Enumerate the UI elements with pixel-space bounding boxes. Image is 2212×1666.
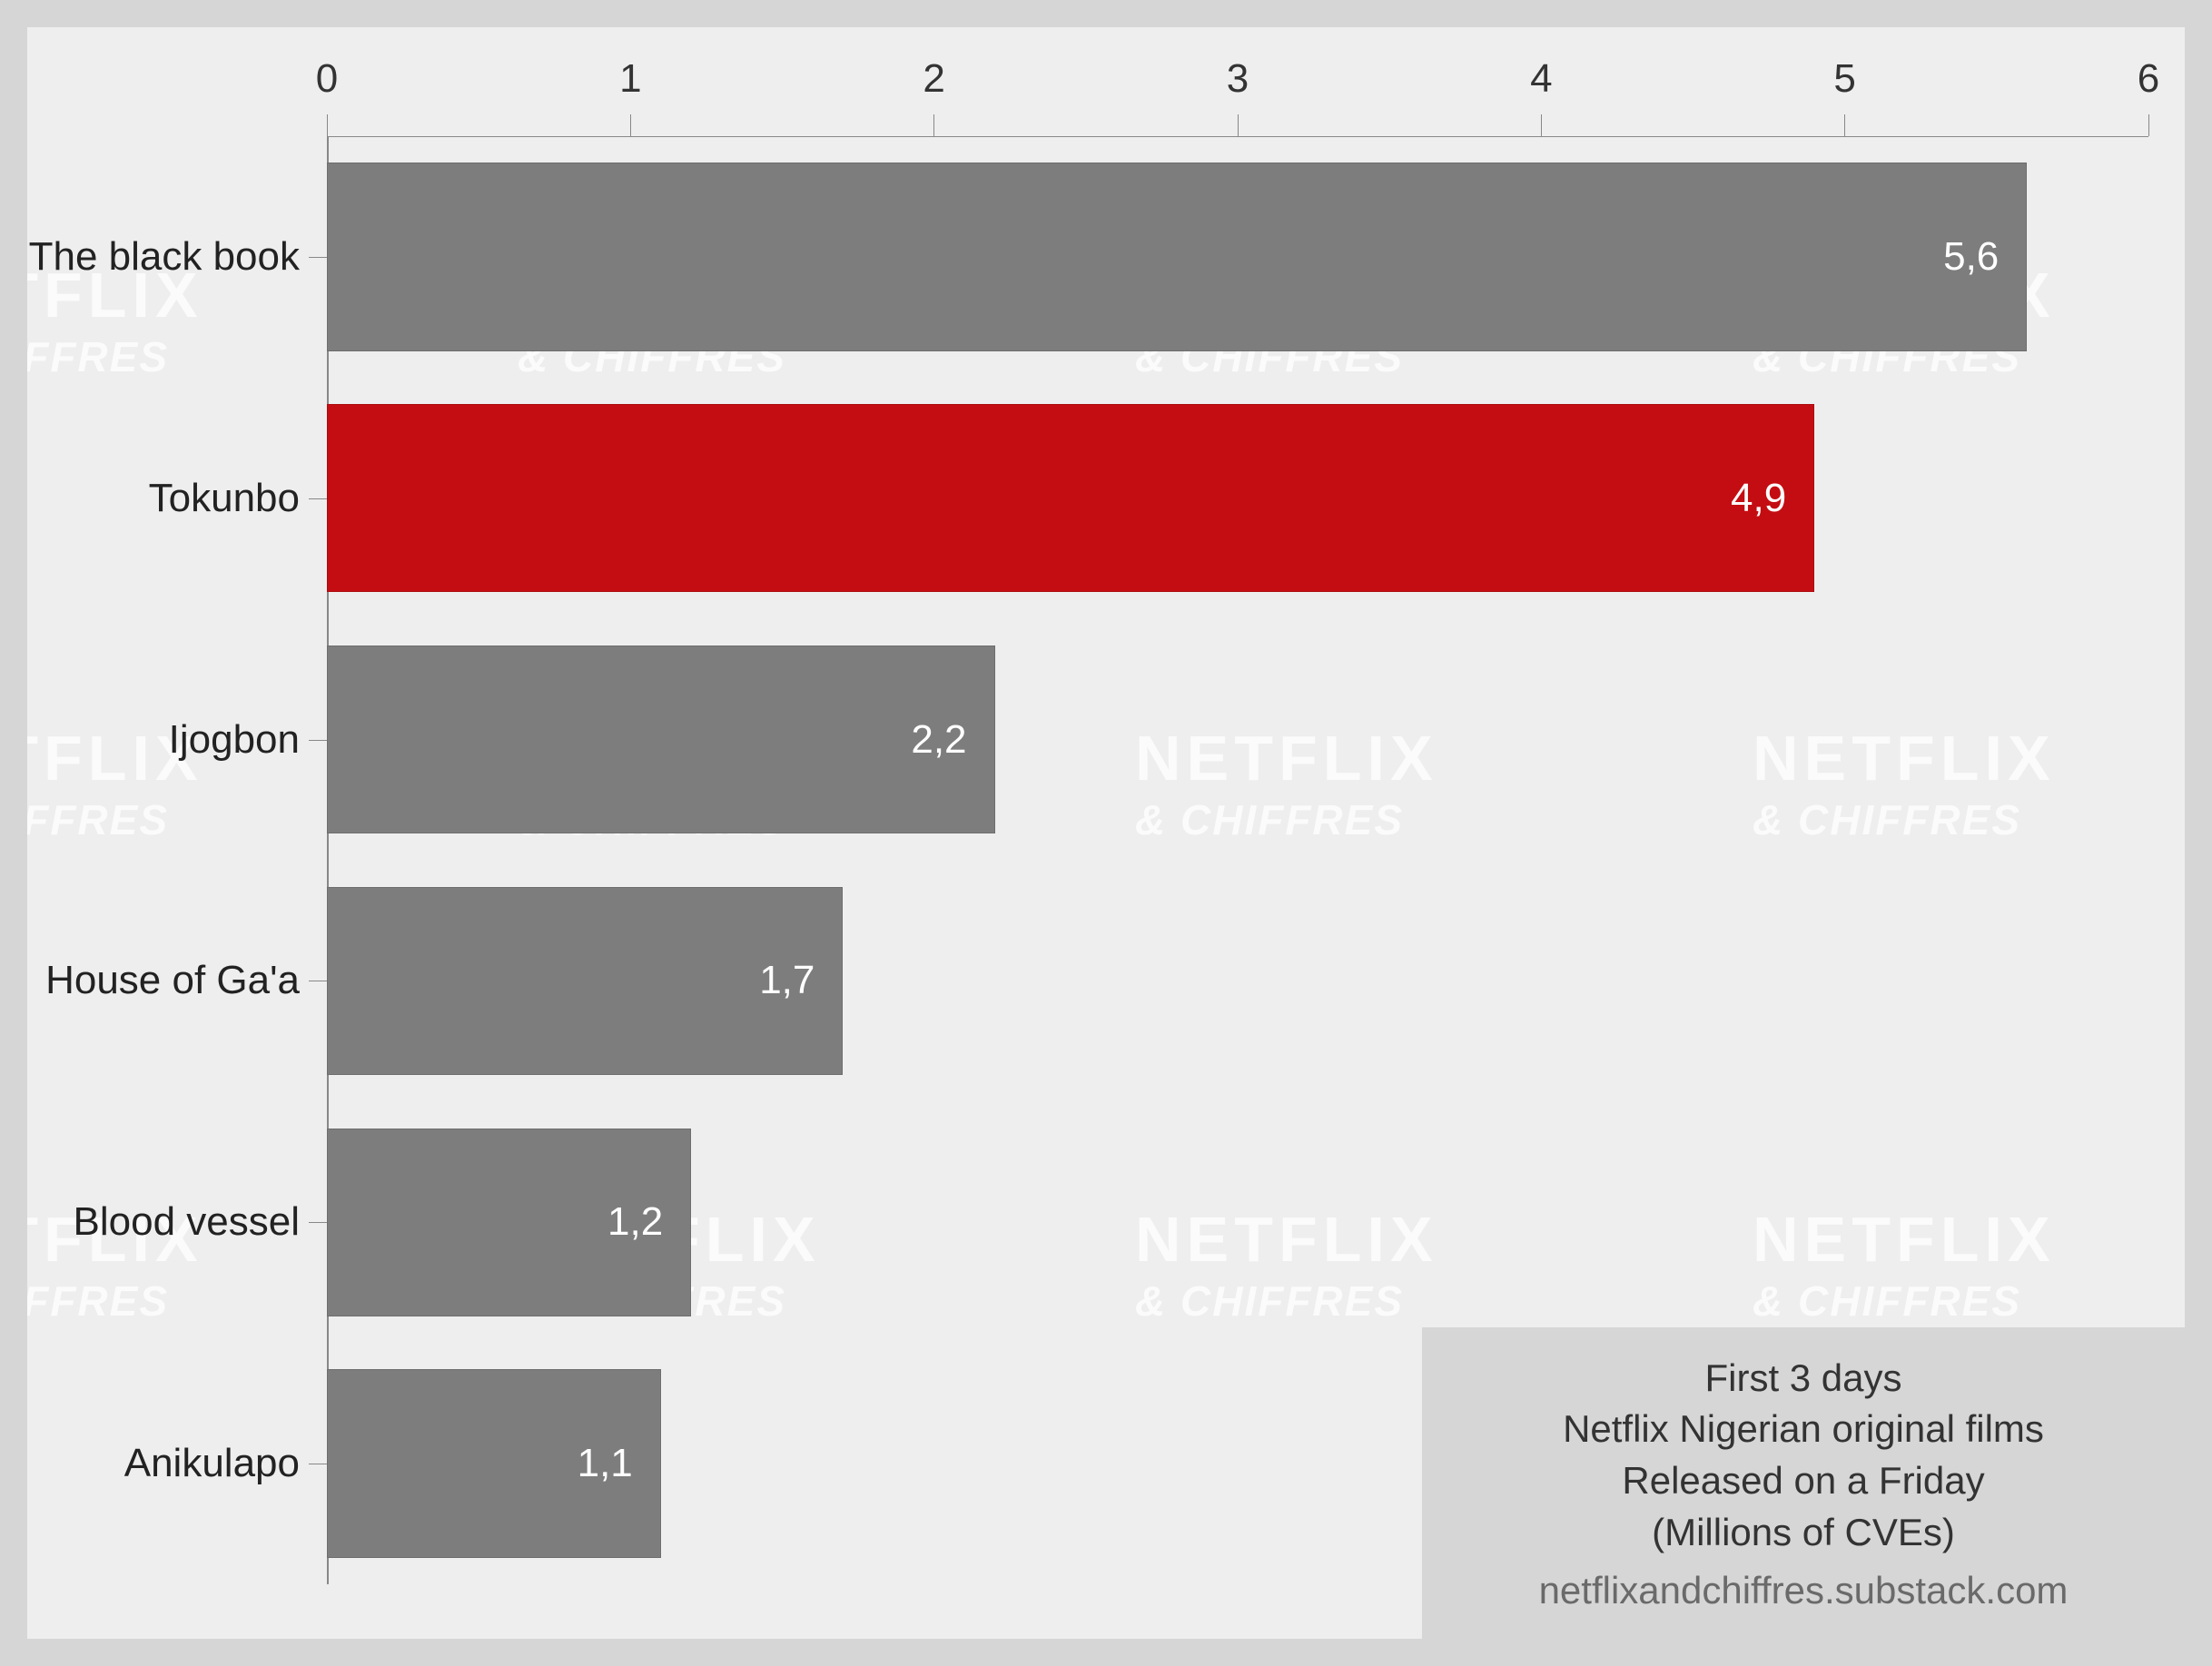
y-tick-mark [309, 1222, 327, 1223]
watermark: NETFLIX& CHIFFRES [27, 263, 203, 381]
bar-value-label: 5,6 [1943, 234, 1999, 280]
y-tick-label: House of Ga'a [45, 958, 300, 1003]
bar-value-label: 2,2 [911, 717, 966, 763]
x-tick-label: 4 [1530, 56, 1552, 102]
x-tick-mark [1541, 114, 1542, 136]
bar-row: Tokunbo4,9 [327, 404, 2148, 592]
y-tick-label: Ijogbon [169, 717, 300, 763]
chart-canvas: NETFLIX& CHIFFRESNETFLIX& CHIFFRESNETFLI… [27, 27, 2185, 1639]
x-tick-label: 6 [2138, 56, 2159, 102]
legend-line-1: First 3 days [1440, 1353, 2167, 1405]
x-tick-label: 0 [316, 56, 338, 102]
x-axis-top: 0123456 [327, 64, 2148, 118]
y-tick-label: Tokunbo [149, 476, 300, 521]
bar: 1,2 [327, 1129, 691, 1316]
x-tick-mark [1238, 114, 1239, 136]
x-tick-label: 2 [923, 56, 944, 102]
bar-value-label: 1,2 [607, 1199, 663, 1245]
bar: 4,9 [327, 404, 1814, 592]
legend-box: First 3 days Netflix Nigerian original f… [1422, 1327, 2185, 1639]
bar-row: The black book5,6 [327, 163, 2148, 350]
axis-top-line [327, 136, 2148, 137]
y-tick-mark [309, 257, 327, 258]
bar-value-label: 1,1 [578, 1441, 633, 1486]
y-tick-mark [309, 740, 327, 741]
legend-line-3: Released on a Friday [1440, 1455, 2167, 1507]
bar: 5,6 [327, 163, 2027, 350]
y-tick-label: The black book [29, 234, 300, 280]
x-tick-mark [933, 114, 934, 136]
legend-source: netflixandchiffres.substack.com [1440, 1565, 2167, 1617]
y-tick-label: Anikulapo [124, 1441, 300, 1486]
x-tick-mark [327, 114, 328, 136]
bar: 1,7 [327, 887, 843, 1075]
legend-line-4: (Millions of CVEs) [1440, 1507, 2167, 1559]
bar-value-label: 1,7 [759, 958, 815, 1003]
bar-row: House of Ga'a1,7 [327, 887, 2148, 1075]
bar-row: Blood vessel1,2 [327, 1129, 2148, 1316]
chart-frame: NETFLIX& CHIFFRESNETFLIX& CHIFFRESNETFLI… [27, 27, 2185, 1639]
x-tick-label: 5 [1833, 56, 1855, 102]
bar-value-label: 4,9 [1731, 476, 1786, 521]
x-tick-mark [1844, 114, 1845, 136]
x-tick-label: 3 [1227, 56, 1249, 102]
bar: 2,2 [327, 646, 995, 833]
axis-baseline [327, 136, 329, 1584]
x-tick-mark [2148, 114, 2149, 136]
x-tick-mark [630, 114, 631, 136]
x-tick-label: 1 [619, 56, 641, 102]
legend-line-2: Netflix Nigerian original films [1440, 1404, 2167, 1455]
bar: 1,1 [327, 1369, 661, 1557]
y-tick-mark [309, 498, 327, 499]
y-tick-label: Blood vessel [74, 1199, 300, 1245]
bar-row: Ijogbon2,2 [327, 646, 2148, 833]
